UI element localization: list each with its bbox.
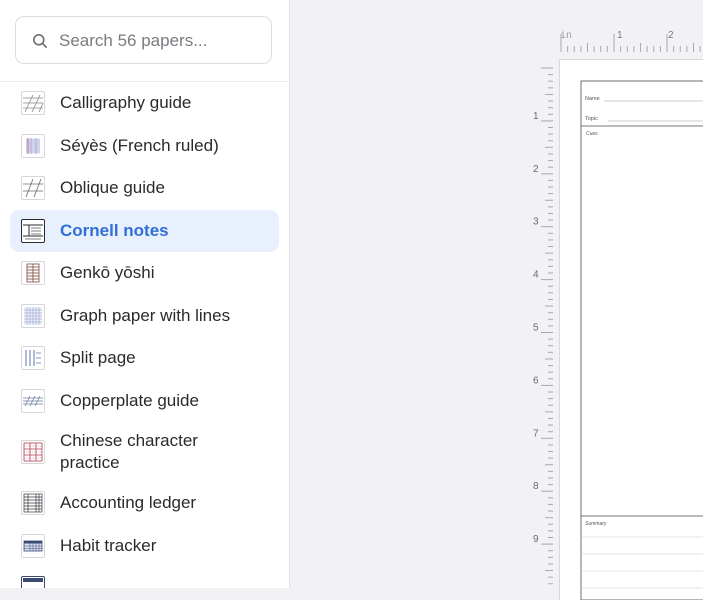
ruler-top-tick-label: 1	[617, 30, 623, 41]
paper-list[interactable]: Calligraphy guide Séyès (French ruled) O…	[0, 82, 289, 588]
summary-label: Summary	[585, 521, 607, 527]
paper-item-split-page[interactable]: Split page	[10, 337, 279, 380]
graph-thumb-icon	[21, 303, 45, 328]
topic-label: Topic	[585, 116, 598, 122]
name-label: Name	[585, 96, 600, 102]
paper-item-chinese-character-practice[interactable]: Chinese character practice	[10, 422, 279, 482]
list-item-partial[interactable]	[10, 567, 279, 588]
paper-item-label: Calligraphy guide	[60, 93, 192, 113]
sidebar: Calligraphy guide Séyès (French ruled)	[0, 0, 290, 588]
search-icon	[33, 34, 47, 48]
search-input[interactable]	[59, 29, 259, 53]
ruler-left-tick-label: 8	[533, 481, 539, 492]
paper-item-label: Genkō yōshi	[60, 263, 155, 283]
paper-item-label: Habit tracker	[60, 535, 157, 555]
split-thumb-icon	[21, 346, 45, 371]
ruler-left-tick-label: 4	[533, 270, 539, 281]
paper-item-accounting-ledger[interactable]: Accounting ledger	[10, 482, 279, 525]
ruler-left-tick-label: 7	[533, 428, 539, 439]
paper-item-genko-yoshi[interactable]: Genkō yōshi	[10, 252, 279, 295]
paper-item-calligraphy-guide[interactable]: Calligraphy guide	[10, 82, 279, 125]
horizontal-ruler: in 1 2	[560, 30, 701, 52]
paper-item-oblique-guide[interactable]: Oblique guide	[10, 167, 279, 210]
ruler-left-tick-label: 2	[533, 164, 539, 175]
vertical-ruler: 1 2 3 4 5 6 7 8 9	[533, 67, 553, 585]
ruler-left-tick-label: 3	[533, 217, 539, 228]
paper-item-label: Accounting ledger	[60, 493, 197, 513]
summary-lines	[581, 536, 703, 589]
paper-item-copperplate-guide[interactable]: Copperplate guide	[10, 380, 279, 423]
copperplate-thumb-icon	[21, 388, 45, 413]
paper-item-label: Split page	[60, 348, 136, 368]
seyes-thumb-icon	[21, 133, 45, 158]
paper-item-label: Cornell notes	[60, 220, 169, 240]
oblique-thumb-icon	[21, 176, 45, 201]
paper-item-label: Séyès (French ruled)	[60, 135, 219, 155]
genko-thumb-icon	[21, 261, 45, 286]
paper-item-habit-tracker[interactable]: Habit tracker	[10, 525, 279, 568]
ruler-top-tick-label: 2	[668, 30, 674, 41]
paper-item-label: Copperplate guide	[60, 390, 199, 410]
paper-item-label: Graph paper with lines	[60, 305, 231, 325]
paper-item-seyes[interactable]: Séyès (French ruled)	[10, 125, 279, 168]
paper-item-graph-paper-with-lines[interactable]: Graph paper with lines	[10, 295, 279, 338]
ruler-left-tick-label: 6	[533, 375, 539, 386]
paper-item-label: Chinese character practice	[60, 431, 198, 472]
habit-thumb-icon	[21, 533, 45, 558]
calligraphy-thumb-icon	[21, 91, 45, 116]
chinese-thumb-icon	[21, 440, 45, 464]
ledger-thumb-icon	[21, 491, 45, 516]
ruler-left-tick-label: 5	[533, 323, 539, 334]
ruler-left-tick-label: 1	[533, 111, 539, 122]
cornell-thumb-icon	[21, 218, 45, 243]
cues-label: Cues	[586, 131, 598, 137]
search-box[interactable]	[15, 16, 272, 64]
paper-item-cornell-notes[interactable]: Cornell notes	[10, 209, 279, 252]
partial-thumb-icon	[21, 576, 45, 588]
paper-item-label: Oblique guide	[60, 178, 165, 198]
ruler-left-tick-label: 9	[533, 534, 539, 545]
paper-preview: Name Topic Cues Summary	[560, 60, 703, 600]
ruler-unit-label: in	[560, 30, 572, 42]
